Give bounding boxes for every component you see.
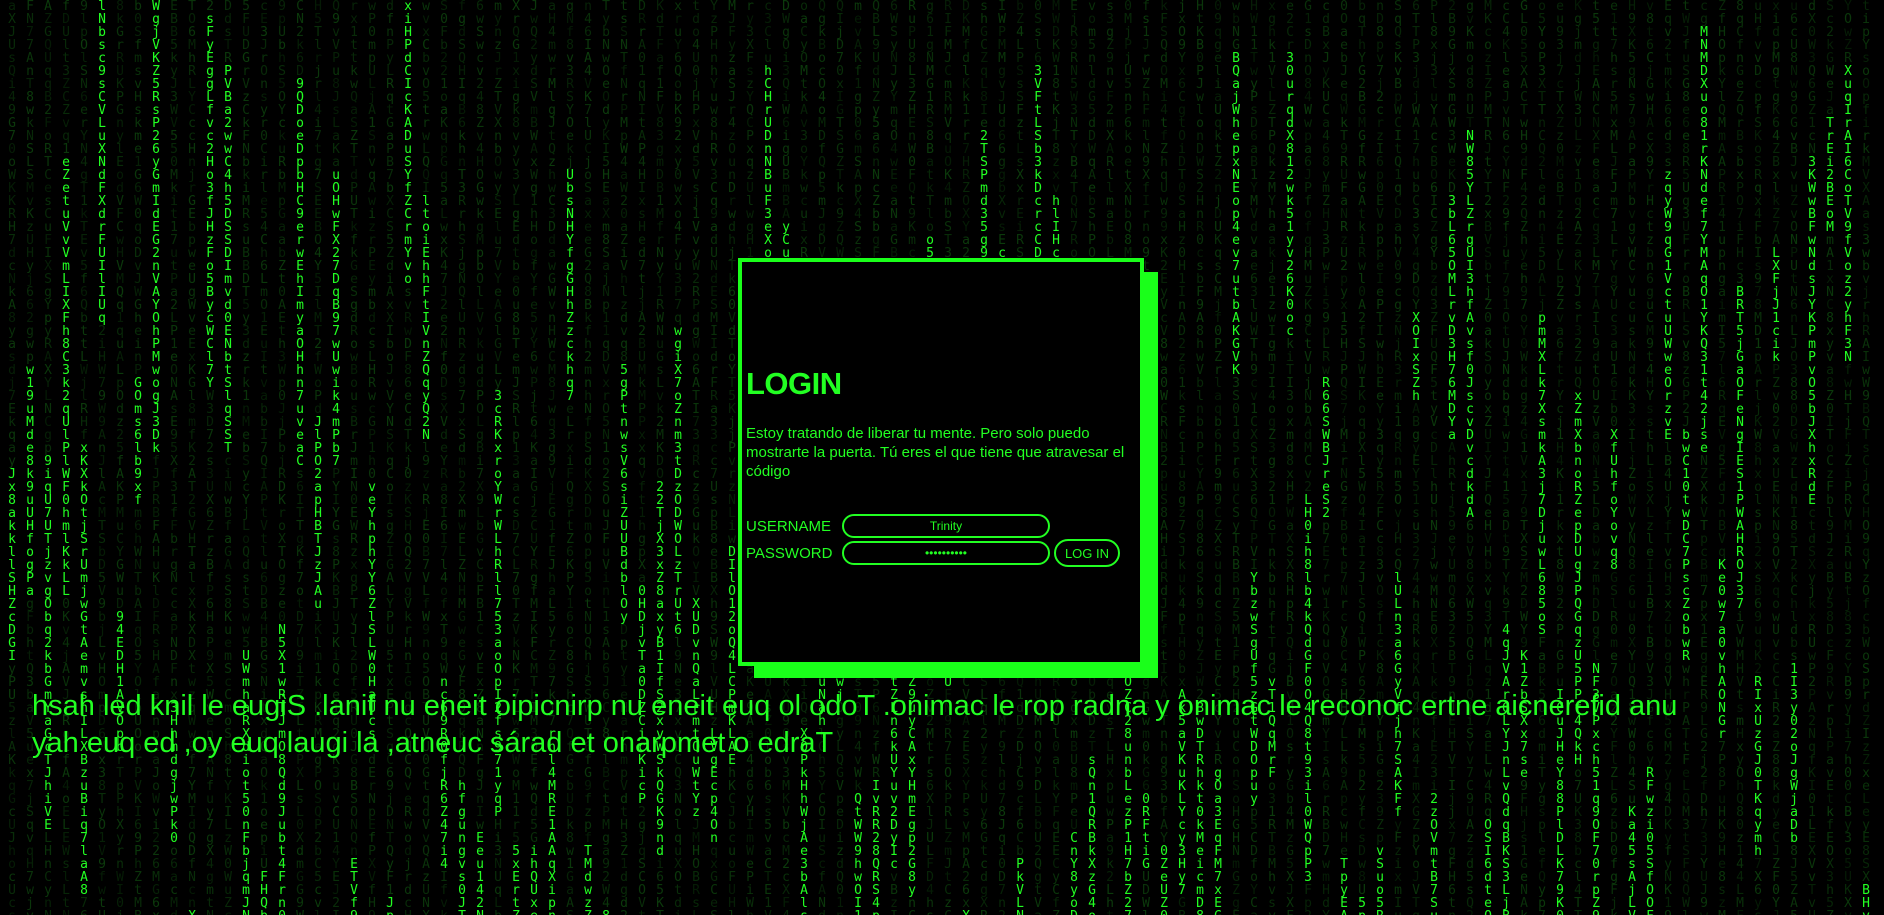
rain-column: tsSNTfNrPMpW4aW20aZiVhlzdvq85gPtnwsV6siZ… (618, 0, 630, 915)
rain-column: dX0W3Q6GZ1cN3KWwBFwNdsJYKPmPvO5bJXhxRdEc… (1806, 0, 1818, 915)
password-row: PASSWORD (746, 541, 1050, 565)
username-row: USERNAME (746, 514, 1050, 538)
rain-column: fDUlt3ZCZvq1eZetuVvVmLIXFh8C3k2qUlPlWF0h… (60, 0, 72, 915)
password-input[interactable] (842, 541, 1050, 565)
rain-column: wbNGBQajWhepxNEop4ev7utbAKGVK3S01d5r6uCS… (1230, 0, 1242, 915)
rain-column: xidpMgtgK64ZBxlkZ7ALXFjJ1cikPZv02VaxUENK… (1770, 0, 1782, 915)
reversed-quote: hsah led knil le eugiS .lanif nu eneit o… (32, 688, 1872, 762)
username-input[interactable] (842, 514, 1050, 538)
rain-column: aXJUsQi49G70oWKKRH7dcNkA8yasdj7EkqayJx8a… (6, 0, 18, 915)
rain-column: 5FUDGrVzCkFNbkiMRsuBBDT5y3dzrk1nMebSycYj… (240, 0, 252, 915)
rain-column: xghk1VlLZTPQkzMYhaakje1zwIgmJI4ogZ3gs21O… (1266, 0, 1278, 915)
rain-column: G1sDnO84Wwpa6JPfofgHMuZKgCtVUjNbAdMCv2LH… (1302, 0, 1314, 915)
rain-column: wP0mpULjA1SnvqAwizrPEymbdcsLHRwcGP1h0veY… (366, 0, 378, 915)
rain-column: v8t6CjGwHAcX9YrHctzbn6guCM9t4HYssthLiSXL… (1644, 0, 1656, 915)
rain-column: dfnPyLRqtGaPB7bXCS5ZdiAxXIboJvVYNSKqCoIs… (384, 0, 396, 915)
rain-column: Q9vVPu8JsLaKauOHwFX27DqB97wUwik4mPb7PYIY… (330, 0, 342, 915)
rain-column: b0SfmsvHskme1G6W0qoDvJWGheinPGOms6lb9xfm… (132, 0, 144, 915)
rain-column: CN2k6D9QDoeDpbHC9erwEhImyaOHhn7uveaCs6IT… (294, 0, 306, 915)
rain-column: 2B9GjxSmGW3WeKD3bL65OMLrvD3H76MDYaAhRtj5… (1446, 0, 1458, 915)
rain-column: 8qCfnGeZQrBsbxPO7iFHc3BRT5jGaOFeNgIES1PW… (1734, 0, 1746, 915)
rain-column: XrQG1xigk8vyv3yLgEdtbe0u8bTemJSRlp13aacs… (510, 0, 522, 915)
rain-column: o5YoP3XTTnCQ2lednni5DALjpmMXLk7XsmkA3j7D… (1536, 0, 1548, 915)
rain-column: 6wSwcv248Zv4HOGwkgMpbOlLVvkuddPOLgBi7X9L… (474, 0, 486, 915)
rain-column: mynzJrZTVXnbOwySElu7VYeAGlGVLy3cRKxroYWr… (492, 0, 504, 915)
rain-column: n46IA4VK7lUCjoSaxeeG2Q8Bkfh2mnhNfpSdKXDD… (582, 0, 594, 915)
rain-column: JwQ2ydSVmBWAxWg1hHogfYfe5yY6wPjt64KaIGjz… (528, 0, 540, 915)
rain-column: bqThYG2BGMGfRwGAtkiRwl0A2fSJWIKoqpXl5WO4… (1356, 0, 1368, 915)
reversed-quote-line-2: yah euq ed ,oy euq laugi la ,atneuc sára… (32, 725, 1872, 762)
rain-column: kFSQdOMi4tfZhqUw99xK2EyVcV8wa0WCRNB2puS8… (1158, 0, 1170, 915)
rain-column: cgMNMDXuo81rKNdef7YMAqO1YKQ31t42jseNZXkV… (1698, 0, 1710, 915)
rain-column: 2sFyEggLfvc2Ho3fJHzFo5BycWCl7YW3D72s3UX6… (204, 0, 216, 915)
rain-column: EBB5kyJ3WV550Mkit17utPa2LP1eONAsE95Xf31f… (168, 0, 180, 915)
rain-column: 8kGrRUKPGnylEodVFCwHVMQq1quALpOdz25fAKPM… (114, 0, 126, 915)
rain-column: HtKB0PJwlonDWS2HnR0csbF9A8hwVblnbnPCYAPq… (1194, 0, 1206, 915)
login-panel: LOGIN Estoy tratando de liberar tu mente… (738, 258, 1158, 678)
rain-column: rx1ttkwQaSZTTdPUTkfkGeSgdRowBousBrJmIN0E… (348, 0, 360, 915)
rain-column: 09qgeliaUqktZ2njDUKqsCMjf0PZrlaqb6hF9m9C… (1212, 0, 1224, 915)
username-label: USERNAME (746, 518, 842, 535)
rain-column: tWJfuSG8e6e8R5Ug3UFrroBRLSv8zGP2JbwC10tw… (1680, 0, 1692, 915)
rain-column: eu93j7cTXZz0MGBTz4EyLpZZva6ftrYcj1H4Ki1r… (1554, 0, 1566, 915)
rain-column: DdsTRPVBa2wwC4h5DSSDImvd0ENbtSlqSSTciNwB… (222, 0, 234, 915)
rain-column: 0OaebJeqWkT9RUFaNRzU2pyx15HJPQS7jMirNGzf… (1338, 0, 1350, 915)
rain-column: MKcozIZPMTRJtYT2xBVSbtjZ0akSOyoxZUIYJFQe… (1482, 0, 1494, 915)
login-button[interactable]: LOG IN (1054, 539, 1120, 567)
rain-column: tdo4U0jHPxVd5Vsj1VvyW2RPdgWo6ATI73qRcz9G… (690, 0, 702, 915)
rain-column: YzPHnhYuw8hRv3Cq9adUNdESMIIdrFRa33cc7Usp… (708, 0, 720, 915)
rain-column: AZGQUqqB2FoRTCesCuFIXSgYpyRAXYLNCgp9iqU7… (42, 0, 54, 915)
rain-column: gNf8v3RSYOekjUbsNHYfgGHhZzckhq7eLrxiFQgr… (564, 0, 576, 915)
rain-column: SqQsKvBpWCItQ1qCDahV09cgzNjR3rmi1qRnm5Ov… (1392, 0, 1404, 915)
rain-column: xiHPdCIcKADuSYfZCrmYvosvRwDF86eCdTkj0zKS… (402, 0, 414, 915)
rain-column: wvxCbvO5trwLQQIltoiEhhFtIVnZQqyQ2Nl9zvRj… (420, 0, 432, 915)
rain-column: S0Fb221oaKqpGq5aLwxK47J2e2Nf0DsXVdeYRa8I… (438, 0, 450, 915)
rain-column: fgdSQHIqB6khnT3RrhSjgNQlUnRzd97JxSdmb2Xm… (456, 0, 468, 915)
rain-column: 9pUbhS5OYckuRbMpGaabZt0AEth3Wp0JjPbjRDKr… (276, 0, 288, 915)
rain-column: ZfHOpkYlQMmAAPRI41upngaimI57l6RqEVg5FdJn… (1716, 0, 1728, 915)
rain-column: Sc2kGWeJaTrEi2BEoMmA1xNC8xyva8Z0IToCzFbl… (1824, 0, 1836, 915)
rain-column: KgjmdJjW3ULzv1Dq2AZaKyJsr32ZuQxZmXbnoRZe… (1572, 0, 1584, 915)
rain-column: H9XK5gNs79APaPMbvgvWCvucuskNdkK3xIljZoWV… (1626, 0, 1638, 915)
rain-column: 9lpOlSN6erYN4gT1kTEv5f6QbttLWjlRHfxKXkOt… (78, 0, 90, 915)
rain-column: FN77AnT8wkNSLSMvKzUHyj662gwpw19uMde8k9uU… (24, 0, 36, 915)
login-description: Estoy tratando de liberar tu mente. Pero… (746, 424, 1136, 481)
rain-column: nD8pv7j2crzI6p0EVpppeIePTIwhbEeYy3qy5RZF… (1374, 0, 1386, 915)
rain-column: gvKmod8nUTNW85YLZrgUI3hfAvsf0JscvDvcdkdA… (1464, 0, 1476, 915)
rain-column: cE3JrOnsyr0Cirle54Ch6LmO1EuItvabbI7QIAPt… (258, 0, 270, 915)
rain-column: Pl8xj3luYAccBO6ICZgYbzd3ZFUQF5tyVcDLlhUh… (1428, 0, 1440, 915)
rain-column: YOwZRXuqIrAI6CoTV9fVoz2yhF3NfwHTjFjZiPRV… (1842, 0, 1854, 915)
rain-column: e2Cr30urqdX812wk51yv26K0ockiTI3oxmd8xHPW… (1284, 0, 1296, 915)
rain-column: TybNwOeOdyKI5HEaXm8SajNp11qDVxrO5N1o2SOu… (600, 0, 612, 915)
rain-column: t5tghEANCNXFe8acCq3LM7TAIl9dtOUzVa0Ni5LD… (1590, 0, 1602, 915)
rain-column: aH4mwrMlgJtQzhwC3DdawGWvnHWCM8Jwq3g9VjEG… (546, 0, 558, 915)
rain-column: jxO9Yx6CgtOiDT0SaHz0H1InAD2z61ksFc1iu8gz… (1176, 0, 1188, 915)
login-title: LOGIN (746, 366, 842, 402)
rain-column: KdTFaf1FV83gmDB1MfrNyY1RWNuGsLvk2MKDO22T… (654, 0, 666, 915)
rain-column: DRrA01qNItAP4HIxsHed7tjjA2BUMkMPPxxqvft1… (636, 0, 648, 915)
rain-column: u6cU8Nw9OGvBJvuZvONPUtN6nLJO3880DGWzLdhI… (1788, 0, 1800, 915)
rain-column: GL055XACTwH9dF42QZhyeh97oY0Wkdgz4G1Vx179… (1518, 0, 1530, 915)
rain-column: Eqv2tmKi66d3szqyW9qG1VctuUWweOrzvElB4UjY… (1662, 0, 1674, 915)
rain-column: HW11TwyPsD6aB1YMVdvae63lUWTh9cv1CXStX36Q… (1248, 0, 1260, 915)
rain-column: lNbsc9sCVLuXNdFXdrFUIlIUq2iHW79W9AnJlAcM… (96, 0, 108, 915)
rain-column: uHfvvDcpfSKoSRqx4FbIs978MD1pArljKW8hxols… (1752, 0, 1764, 915)
password-label: PASSWORD (746, 545, 842, 562)
rain-column: WgjVKZ5RsP26yGmIdEG2nVAYOhPMwogJ3DkfJPRB… (150, 0, 162, 915)
rain-column: TO6MhRLYCccHnjrGEbpweUgWveExKGl8mfK2AT2G… (186, 0, 198, 915)
reversed-quote-line-1: hsah led knil le eugiS .lanif nu eneit o… (32, 688, 1872, 725)
rain-column: H5Tlrjrl4i7tg7SEEBO4Y5IlMT2fWoPdJlPO2apH… (312, 0, 324, 915)
rain-column: cdBxJyKUCa468ymZHJ3PwFi59pLRwR66SWBJreS2… (1320, 0, 1332, 915)
rain-column: tipYsoOpfirkMVXAas3wbvjrhRAIwW9BQTsCjqCH… (1860, 0, 1872, 915)
login-card: LOGIN Estoy tratando de liberar tu mente… (738, 258, 1144, 666)
rain-column: 6TTP3jdjWA17hubC3sY4gDQYXOIxSZhABgyEY51s… (1410, 0, 1422, 915)
rain-column: xruY6QobK92xy0wXo4Fyu3P7qwgiX7oZnm3tDzOD… (672, 0, 684, 915)
rain-column: MJFyzaSJr4zOunDrwdhjTk60VdToYT5KjjPvrzNL… (726, 0, 738, 915)
rain-column: cC4KleaJvN6cYNF29fjuf791OtUJNdbqiwJt415a… (1500, 0, 1512, 915)
rain-column: e1t7hsr5MxMLJFJm71LrYgYUc3aU16Ib0XfUhfoY… (1608, 0, 1620, 915)
